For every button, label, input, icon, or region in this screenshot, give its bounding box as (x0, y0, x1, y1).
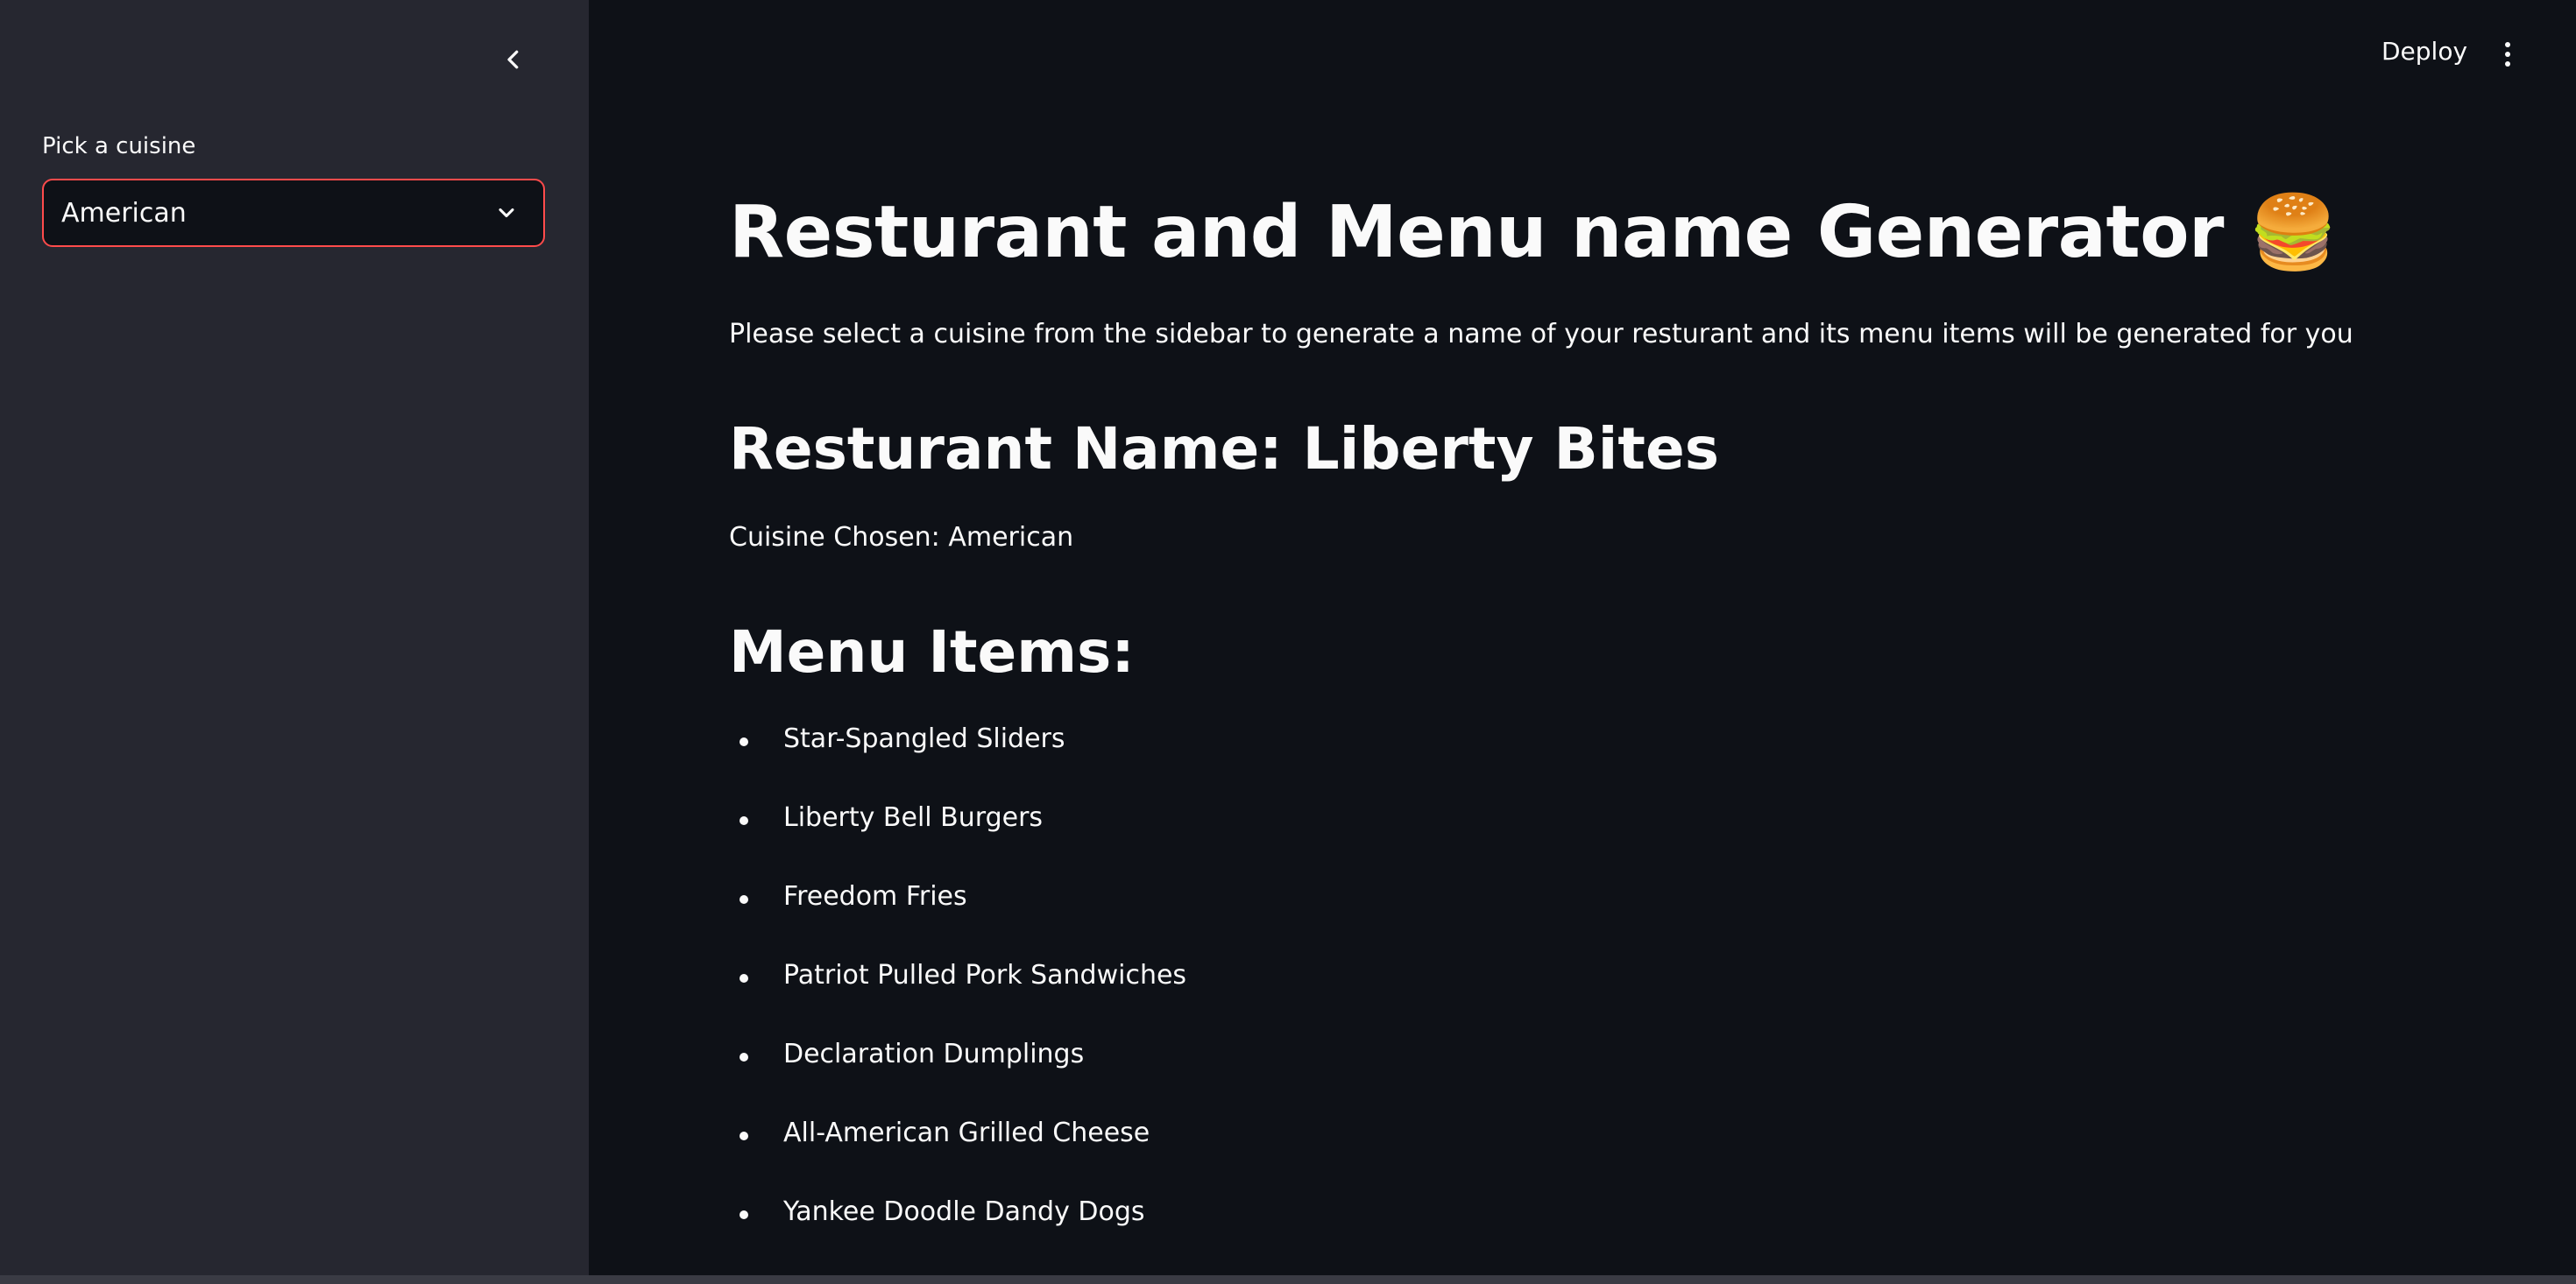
menu-item-label: Yankee Doodle Dandy Dogs (783, 1196, 1145, 1227)
burger-emoji-icon: 🍔 (2248, 191, 2338, 274)
menu-item-label: Liberty Bell Burgers (783, 802, 1044, 833)
more-vertical-icon (2505, 42, 2510, 67)
main-menu-button[interactable] (2490, 35, 2525, 74)
cuisine-select[interactable]: American (42, 179, 545, 247)
menu-item-label: All-American Grilled Cheese (783, 1118, 1150, 1148)
cuisine-chosen-text: Cuisine Chosen: American (729, 522, 1074, 553)
app-window: Pick a cuisine American Deploy Resturant… (0, 0, 2576, 1284)
restaurant-name-heading: Resturant Name: Liberty Bites (729, 415, 1719, 483)
bullet-icon (740, 737, 748, 746)
menu-items-heading: Menu Items: (729, 618, 1135, 686)
list-item: Star-Spangled Sliders (729, 723, 1186, 802)
list-item: Yankee Doodle Dandy Dogs (729, 1196, 1186, 1275)
list-item: Freedom Fries (729, 881, 1186, 960)
intro-text: Please select a cuisine from the sidebar… (729, 319, 2353, 349)
bullet-icon (740, 895, 748, 904)
list-item: Declaration Dumplings (729, 1039, 1186, 1118)
sidebar: Pick a cuisine American (0, 0, 589, 1284)
menu-item-label: Freedom Fries (783, 881, 967, 912)
list-item: Liberty Bell Burgers (729, 802, 1186, 881)
bullet-icon (740, 816, 748, 825)
page-title-text: Resturant and Menu name Generator (729, 191, 2224, 274)
chevron-down-icon[interactable] (489, 195, 524, 230)
list-item: Patriot Pulled Pork Sandwiches (729, 960, 1186, 1039)
page-title: Resturant and Menu name Generator 🍔 (729, 191, 2338, 275)
cuisine-select-value: American (61, 197, 187, 229)
main-content: Resturant and Menu name Generator 🍔 Plea… (729, 0, 2394, 1284)
bullet-icon (740, 1210, 748, 1219)
bullet-icon (740, 1053, 748, 1062)
chevron-left-icon (507, 50, 519, 69)
bullet-icon (740, 1132, 748, 1140)
bullet-icon (740, 974, 748, 983)
menu-item-label: Star-Spangled Sliders (783, 723, 1065, 754)
window-bottom-edge (0, 1275, 2576, 1284)
menu-items-list: Star-Spangled Sliders Liberty Bell Burge… (729, 723, 1186, 1275)
menu-item-label: Patriot Pulled Pork Sandwiches (783, 960, 1187, 991)
menu-item-label: Declaration Dumplings (783, 1039, 1085, 1069)
collapse-sidebar-button[interactable] (492, 39, 534, 81)
list-item: All-American Grilled Cheese (729, 1118, 1186, 1196)
cuisine-select-label: Pick a cuisine (42, 133, 196, 159)
